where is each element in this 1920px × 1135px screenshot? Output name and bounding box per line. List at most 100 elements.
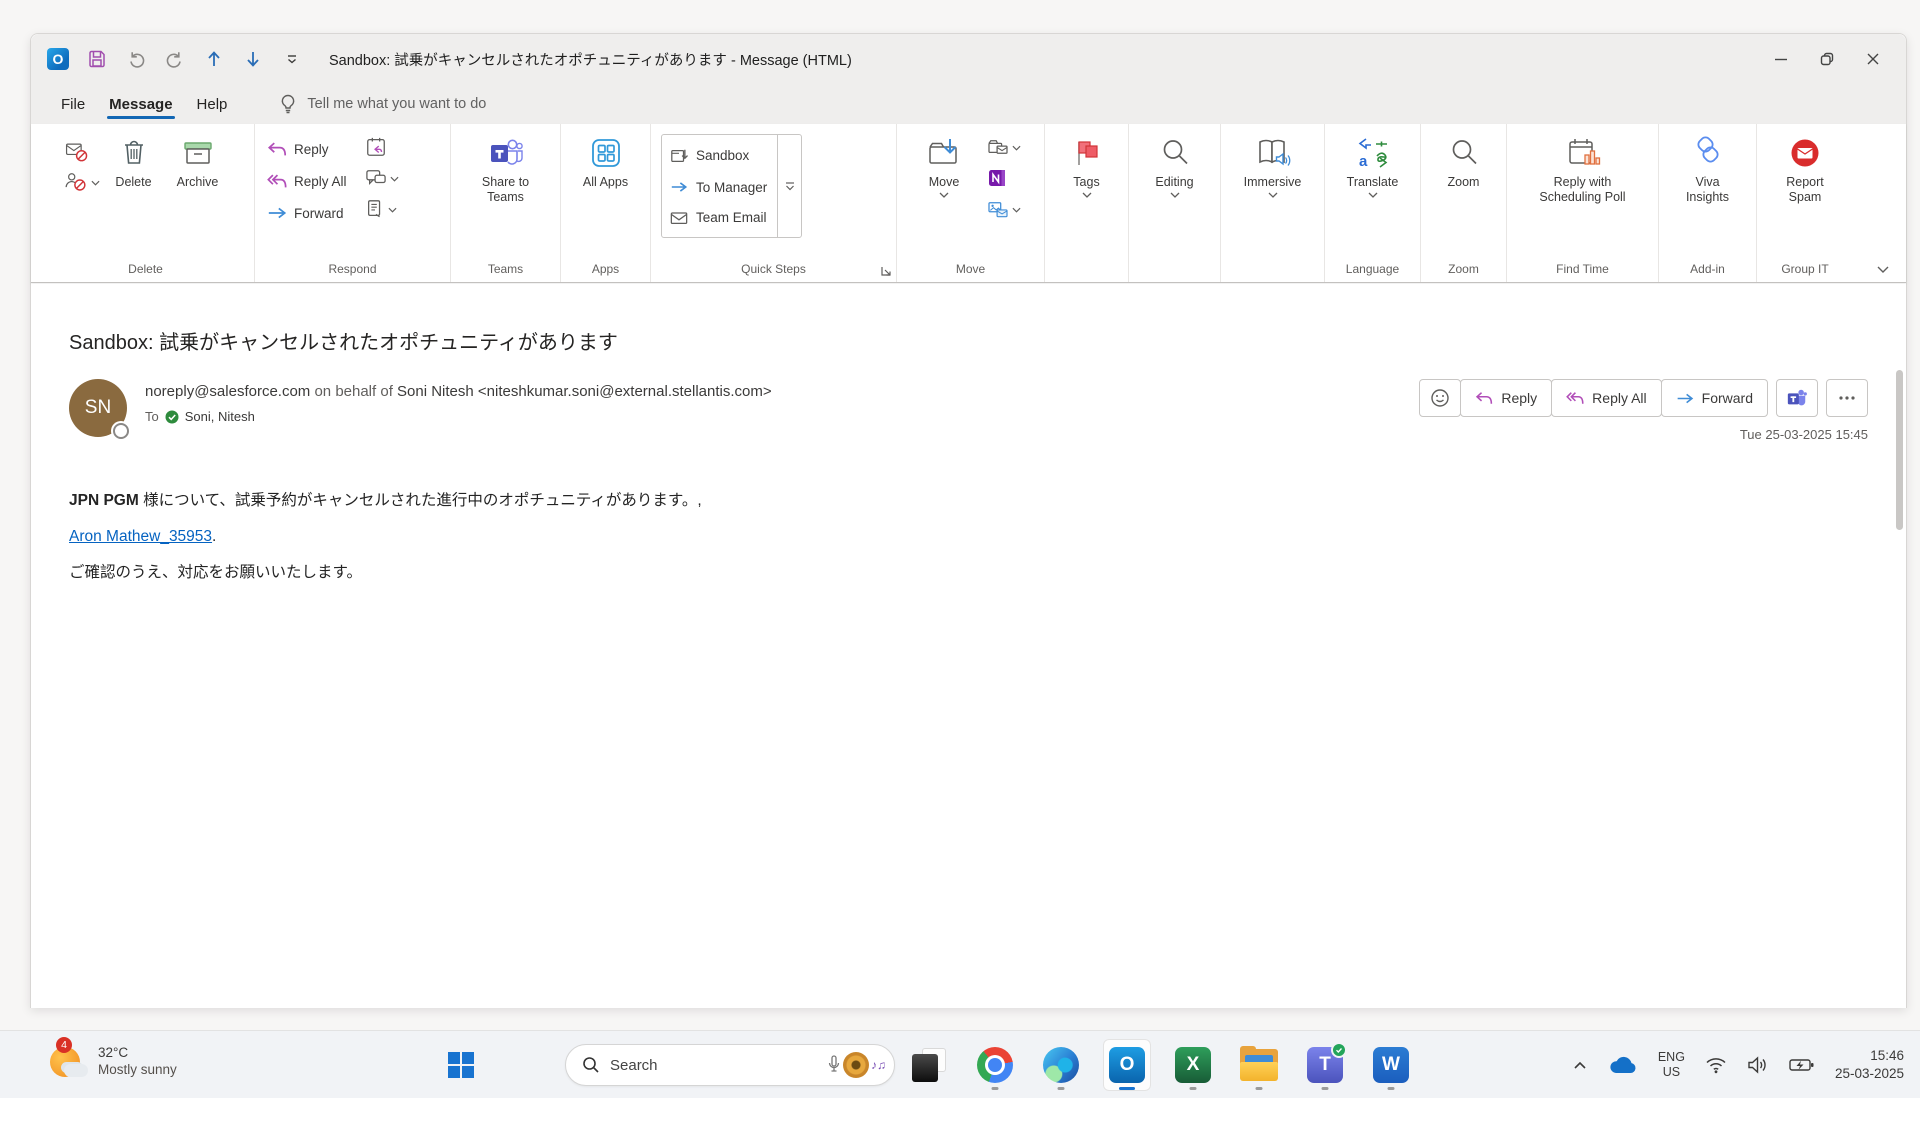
quick-steps-more-button[interactable]: [777, 135, 801, 237]
start-button[interactable]: [445, 1049, 477, 1081]
from-line: noreply@salesforce.com on behalf of Soni…: [145, 383, 772, 400]
move-up-icon[interactable]: [203, 48, 225, 70]
rules-button[interactable]: [987, 136, 1021, 158]
translate-button[interactable]: a Translate: [1334, 132, 1412, 256]
block-sender-button[interactable]: [64, 171, 100, 193]
to-recipient[interactable]: Soni, Nitesh: [185, 409, 255, 424]
collapse-ribbon-button[interactable]: [1876, 265, 1890, 274]
reading-pane: Sandbox: 試乗がキャンセルされたオポチュニティがあります SN nore…: [31, 284, 1906, 1008]
outlook-icon: O: [1109, 1047, 1145, 1083]
taskbar-outlook[interactable]: O: [1103, 1039, 1151, 1091]
reply-with-scheduling-poll-button[interactable]: Reply with Scheduling Poll: [1523, 132, 1643, 256]
onedrive-icon[interactable]: [1608, 1055, 1638, 1075]
title-bar: O Sandbox: 試乗: [31, 34, 1906, 84]
all-apps-button[interactable]: All Apps: [567, 132, 644, 256]
im-button[interactable]: [365, 167, 399, 189]
reply-all-button[interactable]: Reply All: [267, 168, 347, 194]
ribbon-group-language: a Translate Language: [1325, 124, 1421, 282]
save-icon[interactable]: [86, 48, 108, 70]
teams-logo-icon: [1786, 387, 1808, 409]
actions-button[interactable]: [987, 198, 1021, 220]
file-explorer-icon: [1240, 1049, 1278, 1081]
weather-condition: Mostly sunny: [98, 1062, 177, 1077]
music-notes-icon: ♪♫: [871, 1058, 886, 1072]
tray-chevron-up-icon[interactable]: [1572, 1059, 1588, 1071]
quick-step-sandbox[interactable]: Sandbox: [670, 147, 767, 165]
archive-button[interactable]: Archive: [168, 132, 228, 256]
zoom-button[interactable]: Zoom: [1427, 132, 1500, 256]
taskbar-chrome[interactable]: [971, 1039, 1019, 1091]
forward-button-header[interactable]: Forward: [1661, 379, 1768, 417]
scrollbar[interactable]: [1896, 370, 1903, 970]
quick-steps-box: Sandbox To Manager Team Email: [661, 134, 802, 238]
taskbar-word[interactable]: W: [1367, 1039, 1415, 1091]
ribbon-group-immersive: Immersive: [1221, 124, 1325, 282]
taskbar-edge[interactable]: [1037, 1039, 1085, 1091]
quick-step-to-manager[interactable]: To Manager: [670, 180, 767, 195]
arrow-right-icon: [670, 181, 688, 193]
to-line: To Soni, Nitesh: [145, 409, 772, 424]
taskbar-teams[interactable]: T: [1301, 1039, 1349, 1091]
reply-all-button-header[interactable]: Reply All: [1551, 379, 1661, 417]
body-line-3: ご確認のうえ、対応をお願いいたします。: [69, 555, 1868, 591]
close-button[interactable]: [1850, 39, 1896, 79]
tags-button[interactable]: Tags: [1051, 132, 1122, 256]
taskbar-task-view[interactable]: [905, 1039, 953, 1091]
search-label: Search: [610, 1057, 827, 1074]
viva-insights-button[interactable]: Viva Insights: [1669, 132, 1747, 256]
reply-button[interactable]: Reply: [267, 136, 347, 162]
tell-me-box[interactable]: Tell me what you want to do: [279, 94, 486, 114]
redo-icon[interactable]: [164, 48, 186, 70]
ribbon-group-move: Move: [897, 124, 1045, 282]
minimize-button[interactable]: [1758, 39, 1804, 79]
customize-quick-access-icon[interactable]: [281, 48, 303, 70]
wifi-icon[interactable]: [1705, 1056, 1727, 1074]
svg-text:a: a: [1359, 153, 1368, 170]
meeting-reply-button[interactable]: [365, 136, 399, 158]
report-spam-button[interactable]: Report Spam: [1766, 132, 1844, 256]
ignore-button[interactable]: [64, 140, 100, 162]
tab-file[interactable]: File: [49, 88, 97, 121]
taskbar: 4 32°C Mostly sunny Search ♪♫: [0, 1030, 1920, 1098]
onenote-button[interactable]: [987, 167, 1021, 189]
share-to-teams-header-button[interactable]: [1776, 379, 1818, 417]
restore-button[interactable]: [1804, 39, 1850, 79]
scrollbar-thumb[interactable]: [1896, 370, 1903, 530]
to-label: To: [145, 409, 159, 424]
quick-step-team-email[interactable]: Team Email: [670, 210, 767, 225]
forward-button[interactable]: Forward: [267, 200, 347, 226]
language-indicator[interactable]: ENG US: [1658, 1050, 1685, 1080]
emoji-reaction-button[interactable]: [1419, 379, 1461, 417]
opportunity-link[interactable]: Aron Mathew_35953: [69, 528, 212, 545]
delete-button[interactable]: Delete: [106, 132, 162, 256]
editing-button[interactable]: Editing: [1136, 132, 1214, 256]
undo-icon[interactable]: [125, 48, 147, 70]
chevron-down-icon: [1368, 192, 1378, 198]
forward-as-button[interactable]: [365, 198, 399, 220]
translate-icon: a: [1355, 135, 1391, 171]
more-actions-button[interactable]: [1826, 379, 1868, 417]
tab-help[interactable]: Help: [185, 88, 240, 121]
move-down-icon[interactable]: [242, 48, 264, 70]
immersive-button[interactable]: Immersive: [1227, 132, 1318, 256]
chrome-icon: [977, 1047, 1013, 1083]
share-to-teams-button[interactable]: Share to Teams: [467, 132, 545, 256]
chevron-down-icon: [939, 192, 949, 198]
group-label-quick-steps: Quick Steps: [657, 256, 890, 282]
clock[interactable]: 15:46 25-03-2025: [1835, 1047, 1904, 1083]
volume-icon[interactable]: [1747, 1056, 1769, 1074]
quick-steps-dialog-launcher[interactable]: [880, 265, 892, 277]
taskbar-file-explorer[interactable]: [1235, 1039, 1283, 1091]
edge-icon: [1043, 1047, 1079, 1083]
taskbar-search[interactable]: Search ♪♫: [565, 1044, 895, 1086]
sender-avatar[interactable]: SN: [69, 379, 127, 437]
tab-message[interactable]: Message: [97, 88, 184, 121]
ribbon-group-apps: All Apps Apps: [561, 124, 651, 282]
search-icon: [582, 1056, 600, 1074]
message-header: SN noreply@salesforce.com on behalf of S…: [69, 379, 1868, 437]
move-button[interactable]: Move: [911, 132, 977, 256]
reply-button-header[interactable]: Reply: [1460, 379, 1552, 417]
battery-charging-icon[interactable]: [1789, 1057, 1815, 1073]
taskbar-excel[interactable]: X: [1169, 1039, 1217, 1091]
weather-widget[interactable]: 4 32°C Mostly sunny: [48, 1041, 177, 1081]
